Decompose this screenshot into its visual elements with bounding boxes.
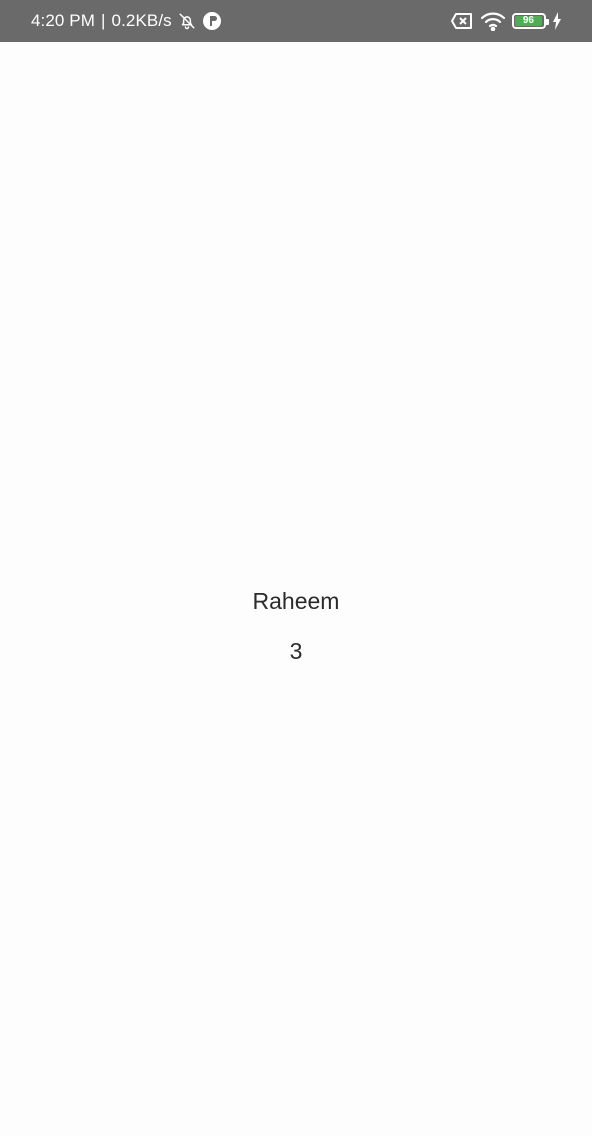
bell-off-icon	[178, 12, 196, 30]
sim-none-icon	[450, 12, 474, 30]
status-right: 96	[450, 11, 562, 31]
network-speed: 0.2KB/s	[111, 11, 172, 30]
app-notification-icon	[202, 11, 222, 31]
charging-icon	[552, 12, 562, 30]
name-text: Raheem	[252, 588, 340, 614]
status-time: 4:20 PM	[31, 11, 96, 30]
main-content: Raheem 3	[0, 585, 592, 667]
status-separator: |	[101, 11, 106, 30]
battery-level: 96	[515, 16, 542, 26]
battery-icon: 96	[512, 13, 549, 29]
status-bar: 4:20 PM | 0.2KB/s 96	[0, 0, 592, 42]
count-text: 3	[289, 638, 303, 664]
status-left: 4:20 PM | 0.2KB/s	[31, 11, 222, 31]
app-screen: 4:20 PM | 0.2KB/s 96 Raheem 3	[0, 0, 592, 1136]
wifi-icon	[480, 11, 506, 31]
